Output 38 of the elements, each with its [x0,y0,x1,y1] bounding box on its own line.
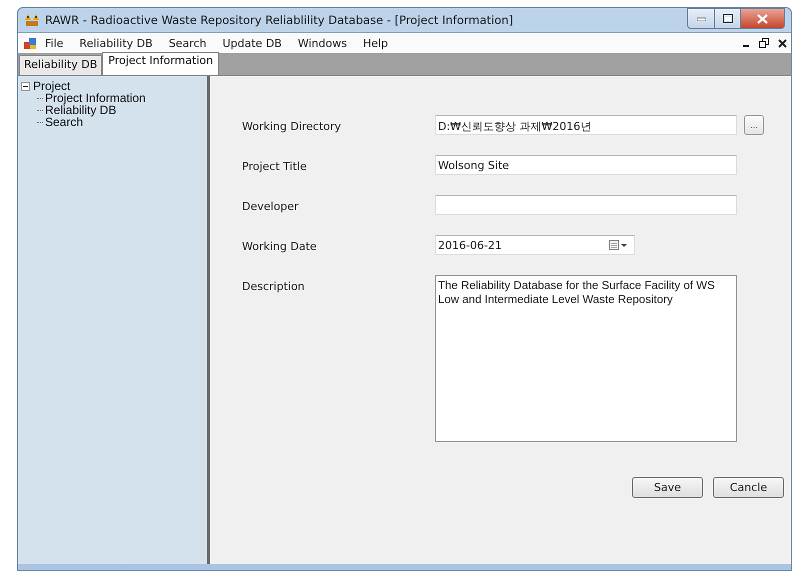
input-field[interactable]: D:₩신뢰도향상 과제₩2016년 [435,115,737,135]
menu-item[interactable]: Update DB [214,34,290,52]
maximize-icon [722,14,732,23]
menu-item[interactable]: File [37,34,72,52]
tab[interactable]: Project Information [102,52,220,75]
menu-item[interactable]: Search [160,34,214,52]
dialog-button[interactable]: Cancle [713,477,784,498]
tree-item[interactable]: Project [33,80,70,92]
field-label: Developer [242,199,300,213]
field-label: Working Date [242,239,318,253]
menu-item[interactable]: Reliability DB [71,34,161,52]
field-label: Working Directory [242,119,342,133]
field-label: Project Title [242,159,308,173]
restore-icon[interactable] [759,38,769,48]
dialog-button[interactable]: Save [632,477,703,498]
menu-item[interactable]: Help [354,34,396,52]
date-field[interactable]: 2016-06-21 [435,235,635,255]
app-logo-icon [24,13,40,27]
browse-button[interactable]: ... [744,115,764,135]
calendar-dropdown-icon[interactable] [609,240,628,250]
minimize-button[interactable] [687,8,715,29]
maximize-button[interactable] [715,8,741,29]
input-field[interactable] [435,195,737,215]
field-label: Description [242,279,306,293]
minimize-icon [696,16,706,20]
close-icon[interactable] [778,38,787,48]
tree-item[interactable]: Project Information [45,92,146,104]
close-button[interactable] [741,8,785,29]
menu-item[interactable]: Windows [290,34,355,52]
input-field[interactable]: Wolsong Site [435,155,737,175]
tab[interactable]: Reliability DB [19,55,102,75]
tree-item[interactable]: Reliability DB [45,104,116,116]
app-menu-icon[interactable] [23,36,37,50]
window-title: RAWR - Radioactive Waste Repository Reliablility Database - [Project Information] [45,13,514,27]
tree-item[interactable]: Search [45,116,84,128]
close-icon [757,14,768,24]
description-field[interactable]: The Reliability Database for the Surface Facility of WS Low and Intermediate Level Waste Repository [435,275,737,442]
collapse-icon[interactable] [21,82,32,90]
